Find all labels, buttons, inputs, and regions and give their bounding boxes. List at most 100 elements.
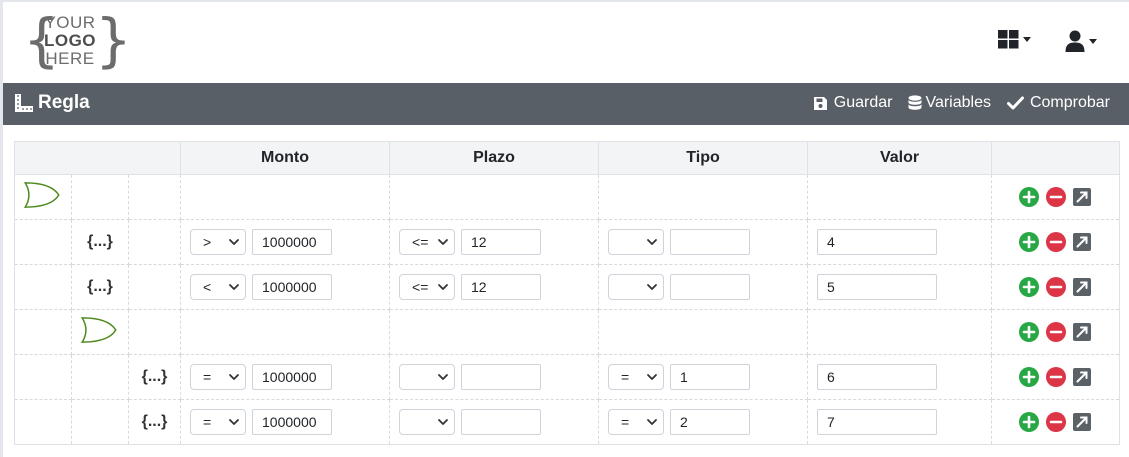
logo[interactable]: { YOUR LOGO HERE } (23, 10, 132, 74)
monto-cell: > 1000000 (180, 219, 391, 265)
monto-operator-select[interactable]: > (190, 229, 247, 255)
logo-brace-right: } (95, 6, 132, 74)
row-actions (991, 219, 1121, 265)
monto-cell: < 1000000 (180, 264, 391, 310)
monto-cell: = 1000000 (180, 399, 391, 445)
column-header-valor: Valor (807, 141, 993, 175)
operator-value: < (203, 279, 212, 295)
tree-cell (127, 264, 182, 310)
valor-cell: 6 (807, 354, 993, 400)
remove-icon[interactable] (1046, 322, 1066, 342)
valor-cell: 5 (807, 264, 993, 310)
condition-label: {...} (141, 413, 168, 430)
or-gate-icon[interactable] (80, 316, 118, 344)
actions-header-cell (991, 141, 1121, 175)
edit-icon[interactable] (1073, 278, 1091, 296)
tipo-cell (598, 174, 809, 220)
tree-cell (71, 174, 129, 220)
tipo-value-input[interactable] (670, 229, 751, 255)
row-actions (991, 174, 1121, 220)
tipo-value-input[interactable]: 1 (670, 364, 751, 390)
remove-icon[interactable] (1046, 232, 1066, 252)
chevron-down-icon (646, 416, 658, 428)
monto-value-input[interactable]: 1000000 (252, 229, 333, 255)
remove-icon[interactable] (1046, 187, 1066, 207)
add-icon[interactable] (1019, 232, 1039, 252)
plazo-value-input[interactable]: 12 (461, 274, 542, 300)
operator-value: = (203, 369, 212, 385)
toolbar-actions: Guardar Variables Comprobar (813, 94, 1110, 112)
monto-operator-select[interactable]: = (190, 409, 247, 435)
variables-button[interactable]: Variables (908, 94, 991, 112)
row-actions (991, 354, 1121, 400)
logo-word-1: YOUR (44, 13, 96, 32)
plazo-value-input[interactable]: 12 (461, 229, 542, 255)
add-icon[interactable] (1019, 322, 1039, 342)
remove-icon[interactable] (1046, 412, 1066, 432)
operator-value: > (203, 234, 212, 250)
page-title-text: Regla (38, 92, 90, 113)
tipo-operator-select[interactable] (608, 229, 665, 255)
ruler-icon (15, 94, 33, 112)
plazo-operator-select[interactable]: <= (399, 229, 456, 255)
tipo-operator-select[interactable] (608, 274, 665, 300)
user-icon (1065, 30, 1085, 52)
plazo-operator-select[interactable]: <= (399, 274, 456, 300)
valor-input[interactable]: 5 (817, 274, 938, 300)
table-row: {...} < 1000000 <= 12 5 (14, 264, 1121, 310)
check-button[interactable]: Comprobar (1006, 94, 1110, 112)
tipo-operator-select[interactable]: = (608, 409, 665, 435)
plazo-operator-select[interactable] (399, 409, 456, 435)
or-gate-icon[interactable] (23, 181, 61, 209)
save-button[interactable]: Guardar (813, 94, 892, 112)
plazo-operator-select[interactable] (399, 364, 456, 390)
tree-cell (71, 309, 129, 355)
tree-cell (14, 354, 72, 400)
plazo-value-input[interactable] (461, 409, 542, 435)
remove-icon[interactable] (1046, 277, 1066, 297)
table-row: {...} > 1000000 <= 12 4 (14, 219, 1121, 265)
monto-value-input[interactable]: 1000000 (252, 409, 333, 435)
add-icon[interactable] (1019, 367, 1039, 387)
plazo-cell (389, 399, 600, 445)
edit-icon[interactable] (1073, 188, 1091, 206)
edit-icon[interactable] (1073, 233, 1091, 251)
condition-label: {...} (87, 233, 113, 250)
plazo-value-input[interactable] (461, 364, 542, 390)
table-header-row: Monto Plazo Tipo Valor (13, 141, 1121, 175)
tree-cell (14, 174, 72, 220)
chevron-down-icon (228, 281, 240, 293)
tree-cell (14, 399, 72, 445)
chevron-down-icon (646, 371, 658, 383)
row-actions (991, 264, 1121, 310)
edit-icon[interactable] (1073, 323, 1091, 341)
add-icon[interactable] (1019, 277, 1039, 297)
tree-cell (71, 399, 129, 445)
tipo-operator-select[interactable]: = (608, 364, 665, 390)
tipo-value-input[interactable]: 2 (670, 409, 751, 435)
edit-icon[interactable] (1073, 368, 1091, 386)
table-row (14, 174, 1121, 220)
add-icon[interactable] (1019, 187, 1039, 207)
operator-value: <= (412, 279, 429, 295)
apps-menu-button[interactable] (998, 30, 1031, 49)
column-header-plazo: Plazo (389, 141, 600, 175)
valor-input[interactable]: 4 (817, 229, 938, 255)
monto-operator-select[interactable]: < (190, 274, 247, 300)
monto-operator-select[interactable]: = (190, 364, 247, 390)
valor-input[interactable]: 6 (817, 364, 938, 390)
valor-input[interactable]: 7 (817, 409, 938, 435)
tipo-cell: = 2 (598, 399, 809, 445)
chevron-down-icon (228, 236, 240, 248)
chevron-down-icon (646, 236, 658, 248)
remove-icon[interactable] (1046, 367, 1066, 387)
plazo-cell (389, 354, 600, 400)
monto-value-input[interactable]: 1000000 (252, 364, 333, 390)
add-icon[interactable] (1019, 412, 1039, 432)
operator-value: = (621, 414, 630, 430)
page-title: Regla (15, 92, 90, 114)
edit-icon[interactable] (1073, 413, 1091, 431)
user-menu-button[interactable] (1065, 30, 1097, 52)
monto-value-input[interactable]: 1000000 (252, 274, 333, 300)
tipo-value-input[interactable] (670, 274, 751, 300)
